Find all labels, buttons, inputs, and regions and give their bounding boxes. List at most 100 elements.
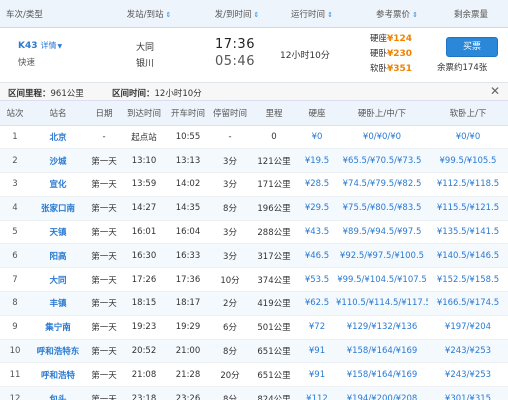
stop-time: 8分 <box>210 386 250 400</box>
table-row: 10 呼和浩特东 第一天 20:52 21:00 8分 651公里 ¥91 ¥158/¥164/… <box>0 339 508 364</box>
station-name[interactable]: 呼和浩特东 <box>30 339 86 364</box>
sort-icon[interactable]: ⇕ <box>412 11 418 19</box>
station-name[interactable]: 天镇 <box>30 220 86 245</box>
header-duration-label: 运行时间 <box>291 9 326 20</box>
th-softsleeper: 软卧上/下 <box>428 101 508 126</box>
train-detail-link[interactable]: 详情 <box>41 41 57 50</box>
stop-time: 3分 <box>210 243 250 269</box>
depart-time: 19:29 <box>166 315 210 340</box>
depart-time: 23:26 <box>166 386 210 400</box>
hardseat-price: ¥46.5 <box>298 243 336 269</box>
station-name[interactable]: 阳高 <box>30 243 86 269</box>
depart-time: 14:02 <box>166 172 210 197</box>
arrive-time: 19:23 <box>122 315 166 340</box>
header-duration[interactable]: 运行时间 ⇕ <box>277 8 347 20</box>
sort-icon[interactable]: ⇕ <box>166 11 172 19</box>
hardseat-price: ¥53.5 <box>298 267 336 293</box>
buy-ticket-button[interactable]: 买票 <box>446 37 498 57</box>
hardseat-price: ¥112 <box>298 386 336 400</box>
date: 第一天 <box>86 267 122 293</box>
th-date: 日期 <box>86 101 122 126</box>
stop-time: 8分 <box>210 196 250 221</box>
arrive-time: 18:15 <box>122 291 166 316</box>
date: 第一天 <box>86 291 122 316</box>
station-name[interactable]: 丰镇 <box>30 291 86 316</box>
chevron-down-icon[interactable]: ▼ <box>58 43 63 50</box>
distance: 121公里 <box>250 148 298 174</box>
from-station: 大同 <box>136 43 155 53</box>
depart-time: 14:35 <box>166 196 210 221</box>
stop-time: 3分 <box>210 172 250 197</box>
depart-time: 13:13 <box>166 148 210 174</box>
softsleeper-price: ¥197/¥204 <box>428 315 508 340</box>
depart-time: 10:55 <box>166 125 210 150</box>
stop-time: 8分 <box>210 339 250 364</box>
softsleeper-price: ¥243/¥253 <box>428 362 508 388</box>
hardsleeper-price: ¥74.5/¥79.5/¥82.5 <box>336 172 428 197</box>
th-depart: 开车时间 <box>166 101 210 126</box>
softsleeper-price: ¥112.5/¥118.5 <box>428 172 508 197</box>
station-index: 3 <box>0 172 30 197</box>
header-time[interactable]: 发/到时间 ⇕ <box>202 8 272 20</box>
hardsleeper-price: ¥75.5/¥80.5/¥83.5 <box>336 196 428 221</box>
date: 第一天 <box>86 220 122 245</box>
station-name[interactable]: 张家口南 <box>30 196 86 221</box>
date: 第一天 <box>86 386 122 400</box>
depart-time: 16:04 <box>166 220 210 245</box>
hardseat-price: ¥28.5 <box>298 172 336 197</box>
header-station-label: 发站/到站 <box>126 9 164 20</box>
price-seat: 硬座¥124 <box>370 32 412 44</box>
station-name[interactable]: 呼和浩特 <box>30 362 86 388</box>
station-name[interactable]: 大同 <box>30 267 86 293</box>
stop-time: - <box>210 125 250 150</box>
distance: 419公里 <box>250 291 298 316</box>
arrive-time: 起点站 <box>122 125 166 150</box>
station-name[interactable]: 包头 <box>30 386 86 400</box>
station-index: 6 <box>0 243 30 269</box>
arrive-time: 13:10 <box>122 148 166 174</box>
hardseat-price: ¥72 <box>298 315 336 340</box>
header-price[interactable]: 参考票价 ⇕ <box>362 8 432 20</box>
distance: 288公里 <box>250 220 298 245</box>
price-label: 硬卧 <box>370 49 388 59</box>
sort-icon[interactable]: ⇕ <box>254 11 260 19</box>
table-row: 3 宣化 第一天 13:59 14:02 3分 171公里 ¥28.5 ¥74.5/¥79.5/… <box>0 172 508 197</box>
header-train-type: 车次/类型 <box>6 8 76 20</box>
header-time-label: 发/到时间 <box>214 9 252 20</box>
station-name[interactable]: 北京 <box>30 125 86 150</box>
station-name[interactable]: 宣化 <box>30 172 86 197</box>
distance: 317公里 <box>250 243 298 269</box>
hardseat-price: ¥91 <box>298 362 336 388</box>
station-name[interactable]: 集宁南 <box>30 315 86 340</box>
hardsleeper-price: ¥89.5/¥94.5/¥97.5 <box>336 220 428 245</box>
price-hardsleeper: 硬卧¥230 <box>370 47 412 59</box>
distance: 0 <box>250 125 298 150</box>
softsleeper-price: ¥115.5/¥121.5 <box>428 196 508 221</box>
softsleeper-price: ¥301/¥315 <box>428 386 508 400</box>
table-row: 9 集宁南 第一天 19:23 19:29 6分 501公里 ¥72 ¥129/¥132/¥13… <box>0 315 508 340</box>
train-number[interactable]: K43 <box>18 41 38 51</box>
header-station[interactable]: 发站/到站 ⇕ <box>114 8 184 20</box>
arrive-time: 20:52 <box>122 339 166 364</box>
station-index: 4 <box>0 196 30 221</box>
sort-icon[interactable]: ⇕ <box>327 11 333 19</box>
date: 第一天 <box>86 339 122 364</box>
hardsleeper-price: ¥110.5/¥114.5/¥117.5 <box>336 291 428 316</box>
station-name[interactable]: 沙城 <box>30 148 86 174</box>
stop-time: 2分 <box>210 291 250 316</box>
close-icon[interactable]: ✕ <box>490 84 500 98</box>
train-number-cell[interactable]: K43 详情▼ <box>18 40 62 51</box>
th-distance: 里程 <box>250 101 298 126</box>
arrive-time: 21:08 <box>122 362 166 388</box>
distance-summary: 区间里程：961公里 <box>8 87 84 99</box>
table-row: 6 阳高 第一天 16:30 16:33 3分 317公里 ¥46.5 ¥92.5/¥97.5/… <box>0 243 508 269</box>
th-hardseat: 硬座 <box>298 101 336 126</box>
th-station: 站名 <box>30 101 86 126</box>
th-hardsleeper: 硬卧上/中/下 <box>336 101 428 126</box>
th-arrive: 到达时间 <box>122 101 166 126</box>
softsleeper-price: ¥140.5/¥146.5 <box>428 243 508 269</box>
date: 第一天 <box>86 362 122 388</box>
depart-time: 21:28 <box>166 362 210 388</box>
header-train-label: 车次/类型 <box>6 9 43 20</box>
table-row: 5 天镇 第一天 16:01 16:04 3分 288公里 ¥43.5 ¥89.5/¥94.5/… <box>0 220 508 245</box>
